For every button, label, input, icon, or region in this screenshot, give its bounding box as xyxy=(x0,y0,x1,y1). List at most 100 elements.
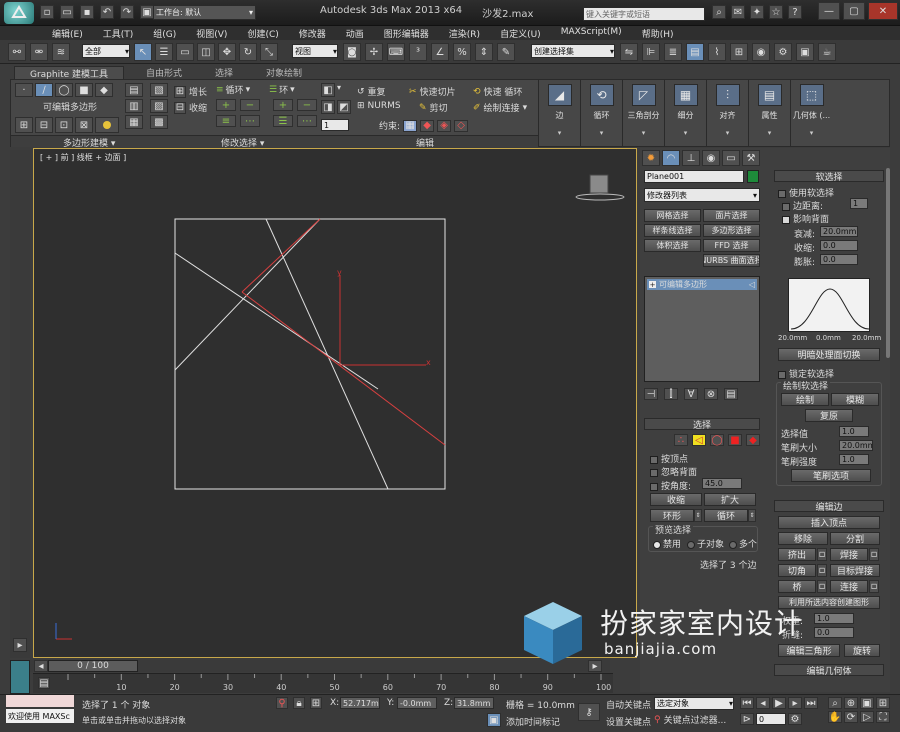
absolute-mode-icon[interactable]: ⊞ xyxy=(310,697,322,709)
affect-backfacing-checkbox[interactable]: 影响背面 xyxy=(782,212,829,225)
polygon-mode-icon[interactable]: ■ xyxy=(75,83,93,97)
element-subobject-icon[interactable]: ◆ xyxy=(746,434,760,446)
menu-item[interactable]: 创建(C) xyxy=(237,26,288,40)
select-by-name-icon[interactable]: ☰ xyxy=(155,43,173,61)
make-unique-icon[interactable]: ∀ xyxy=(684,388,698,400)
constraint-none-icon[interactable]: ▦ xyxy=(403,119,418,132)
modifier-set-button[interactable]: 样条线选择 xyxy=(644,224,701,237)
scale-icon[interactable]: ⤡ xyxy=(260,43,278,61)
use-soft-selection-checkbox[interactable]: 使用软选择 xyxy=(778,186,834,199)
loop-spinner[interactable]: ⇕ xyxy=(748,509,756,522)
track-bar[interactable]: 10 20 30 40 50 60 70 80 90 100 ▤ xyxy=(33,673,613,693)
brush-options-button[interactable]: 笔刷选项 xyxy=(791,469,871,482)
z-coord-field[interactable]: 31.8mm xyxy=(454,697,494,709)
menu-item[interactable]: 渲染(R) xyxy=(439,26,490,40)
chamfer-button[interactable]: 切角 xyxy=(778,564,816,577)
orbit-icon[interactable]: ⟳ xyxy=(844,711,858,723)
menu-item[interactable]: 编辑(E) xyxy=(42,26,93,40)
border-mode-icon[interactable]: ◯ xyxy=(55,83,73,97)
selection-filter-dropdown[interactable]: 全部 ▾ xyxy=(82,44,130,58)
spinner-snap-icon[interactable]: ⇕ xyxy=(475,43,493,61)
maxscript-listener[interactable] xyxy=(6,695,74,707)
create-icon[interactable]: ◨ xyxy=(321,100,335,114)
prev-frame-icon[interactable]: ◂ xyxy=(34,660,48,672)
grow-row[interactable]: ⊞ 增长 xyxy=(174,85,207,98)
stack-item-editable-poly[interactable]: + 可编辑多边形 ◁ xyxy=(647,279,757,290)
select-value-field[interactable]: 1.0 xyxy=(839,426,869,437)
layer-manager-icon[interactable]: ≣ xyxy=(664,43,682,61)
menu-item[interactable]: 图形编辑器 xyxy=(374,26,439,40)
ribbon-big-button[interactable]: ▦ 细分 ▾ xyxy=(664,80,706,146)
modifier-list-dropdown[interactable]: 修改器列表 ▾ xyxy=(644,188,760,202)
preserve-uv-icon[interactable] xyxy=(95,117,119,133)
x-coord-field[interactable]: 52.717mm xyxy=(340,697,380,709)
window-crossing-icon[interactable]: ◫ xyxy=(197,43,215,61)
schematic-view-icon[interactable]: ⊞ xyxy=(730,43,748,61)
remove-icon[interactable]: ◩ xyxy=(337,100,351,114)
key-icon[interactable]: ⚷ xyxy=(578,703,600,721)
tab-graphite[interactable]: Graphite 建模工具 xyxy=(14,66,124,80)
vertex-subobject-icon[interactable]: ∴ xyxy=(674,434,688,446)
constraint-edge-icon[interactable]: ◆ xyxy=(420,119,435,132)
configure-sets-icon[interactable]: ▤ xyxy=(724,388,738,400)
preview-multi-radio[interactable]: 多个 xyxy=(729,537,757,550)
ring-button[interactable]: 环形 xyxy=(650,509,694,522)
help-icon[interactable]: ? xyxy=(788,5,802,19)
subscription-icon[interactable]: ✉ xyxy=(731,5,745,19)
show-end-result-icon[interactable]: ⫿ xyxy=(664,388,678,400)
move-icon[interactable]: ✥ xyxy=(218,43,236,61)
unlink-icon[interactable]: ⚮ xyxy=(30,43,48,61)
show-end-result-icon[interactable]: ⊟ xyxy=(35,117,53,133)
polygon-subobject-icon[interactable]: ■ xyxy=(728,434,742,446)
add-time-tag[interactable]: 添加时间标记 xyxy=(506,715,560,728)
setkey-button[interactable]: 设置关键点 xyxy=(606,715,651,728)
element-mode-icon[interactable]: ◆ xyxy=(95,83,113,97)
communication-icon[interactable]: ✦ xyxy=(750,5,764,19)
chevron-down-icon[interactable]: ▾ xyxy=(726,129,730,137)
loop-shrink-icon[interactable]: − xyxy=(240,99,260,111)
time-slider-thumb[interactable]: 0 / 100 xyxy=(48,660,138,672)
next-key-icon[interactable]: ▸ xyxy=(788,697,802,709)
edge-distance-field[interactable]: 1 xyxy=(850,198,868,209)
pan-icon[interactable]: ✋ xyxy=(828,711,842,723)
expand-icon[interactable]: ▸ xyxy=(13,638,27,652)
paint-button[interactable]: 绘制 xyxy=(781,393,829,406)
target-weld-button[interactable]: 目标焊接 xyxy=(830,564,880,577)
preview-subobject-radio[interactable]: 子对象 xyxy=(687,537,724,550)
get-stack-icon[interactable]: ▩ xyxy=(150,115,168,129)
use-displacement-icon[interactable]: ▥ xyxy=(125,99,143,113)
chevron-down-icon[interactable]: ▾ xyxy=(600,129,604,137)
bind-space-warp-icon[interactable]: ≋ xyxy=(52,43,70,61)
brush-strength-field[interactable]: 1.0 xyxy=(839,454,869,465)
object-color-swatch[interactable] xyxy=(747,170,759,183)
rotate-icon[interactable]: ↻ xyxy=(239,43,257,61)
app-logo[interactable] xyxy=(4,2,34,24)
rect-region-icon[interactable]: ▭ xyxy=(176,43,194,61)
close-icon[interactable]: ✕ xyxy=(868,2,898,20)
loop-button[interactable]: 循环 xyxy=(704,509,748,522)
quickloop-row[interactable]: ⟲ 快速 循环 xyxy=(473,85,522,99)
remove-modifier-icon[interactable]: ⊗ xyxy=(704,388,718,400)
graphite-toggle-icon[interactable]: ▤ xyxy=(686,43,704,61)
select-open-icon[interactable]: ▨ xyxy=(150,99,168,113)
reference-coord-dropdown[interactable]: 视图 ▾ xyxy=(292,44,338,58)
bridge-settings-icon[interactable]: ▫ xyxy=(817,580,827,593)
maxscript-mini[interactable]: 欢迎使用 MAXSc xyxy=(6,709,74,723)
keyboard-shortcut-icon[interactable]: ⌨ xyxy=(387,43,405,61)
save-icon[interactable]: ▪ xyxy=(80,5,94,19)
object-name-field[interactable]: Plane001 xyxy=(644,170,744,183)
chevron-down-icon[interactable]: ▾ xyxy=(684,129,688,137)
edge-subobject-icon[interactable]: ◁ xyxy=(692,434,706,446)
menu-item[interactable]: MAXScript(M) xyxy=(551,26,632,40)
modifier-set-button[interactable]: FFD 选择 xyxy=(703,239,760,252)
chevron-down-icon[interactable]: ▾ xyxy=(642,129,646,137)
edit-edges-header[interactable]: 编辑边 xyxy=(774,500,884,513)
dot-ring-icon[interactable]: ⋯ xyxy=(297,115,317,127)
select-by-vertex-icon[interactable]: ▧ xyxy=(150,83,168,97)
menu-item[interactable]: 动画 xyxy=(336,26,374,40)
rendered-frame-icon[interactable]: ▣ xyxy=(796,43,814,61)
edge-mode-icon[interactable]: ∕ xyxy=(35,83,53,97)
ribbon-big-button[interactable]: ◢ 边 ▾ xyxy=(538,80,580,146)
preserve-icon[interactable]: ◧ xyxy=(321,83,335,97)
zoom-all-icon[interactable]: ⊕ xyxy=(844,697,858,709)
